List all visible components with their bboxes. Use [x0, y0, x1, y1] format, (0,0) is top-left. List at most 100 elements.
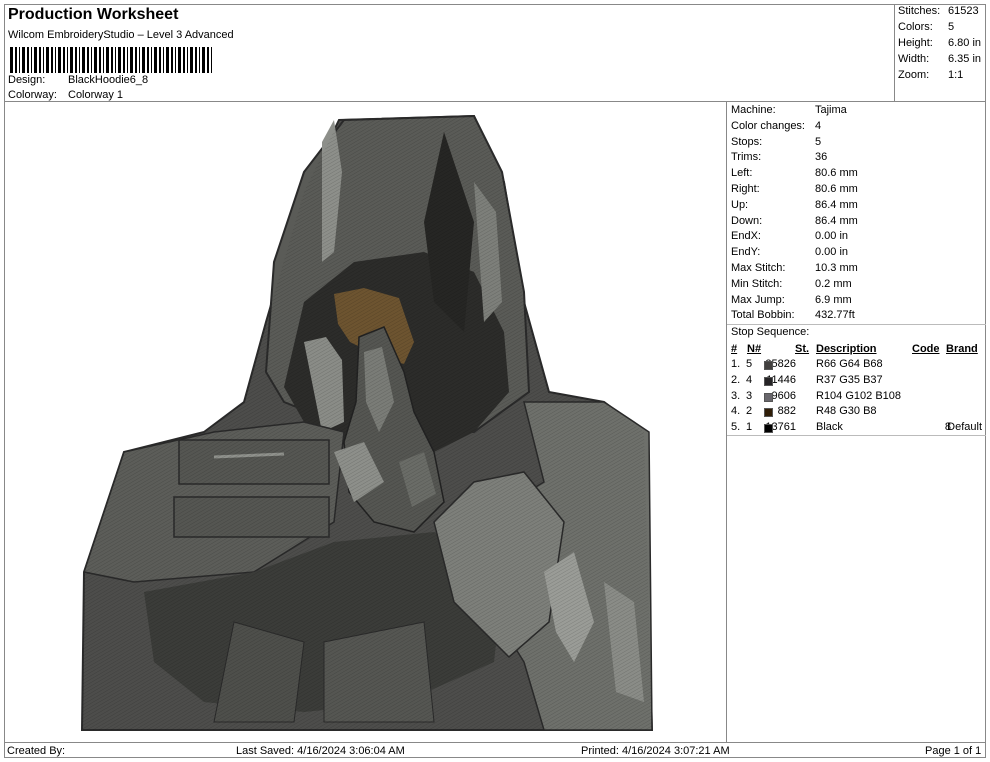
info-row: Up: 86.4 mm [731, 198, 858, 211]
design-summary: Stitches: 61523 Colors: 5 Height: 6.80 in W… [895, 4, 986, 102]
colorway-label: Colorway: [8, 89, 57, 101]
info-value: 6.9 mm [815, 293, 852, 306]
worksheet-title: Production Worksheet [8, 6, 179, 23]
seq-number: 5. [731, 421, 741, 434]
stop-sequence-title: Stop Sequence: [731, 326, 810, 338]
color-description: R104 G102 B108 [816, 389, 902, 402]
info-value: 36 [815, 151, 828, 164]
colors-label: Colors: [898, 21, 933, 33]
info-row: EndY: 0.00 in [731, 246, 848, 259]
width-label: Width: [898, 53, 930, 65]
height-value: 6.80 in [948, 37, 982, 49]
page-number: Page 1 of 1 [925, 745, 982, 757]
info-value: 432.77ft [815, 309, 855, 322]
info-value: 0.2 mm [815, 277, 852, 290]
info-value: 5 [815, 135, 822, 148]
color-swatch [764, 408, 773, 418]
color-swatch [764, 392, 773, 402]
needle-number: 2 [746, 405, 753, 418]
info-label: Color changes: [731, 119, 805, 132]
stitch-count: 882 [777, 405, 796, 418]
col-header-description: Description [816, 343, 877, 355]
design-field: Design: BlackHoodie6_8 [8, 74, 308, 88]
software-name: Wilcom EmbroideryStudio – Level 3 Advanc… [8, 29, 234, 41]
info-label: Up: [731, 198, 749, 211]
info-value: 10.3 mm [815, 262, 858, 274]
colorway-field: Colorway: Colorway 1 [8, 89, 308, 103]
info-label: Max Stitch: [731, 262, 786, 274]
info-label: EndY: [731, 246, 761, 259]
info-value: 0.00 in [815, 246, 849, 259]
color-swatch [764, 361, 773, 370]
stitch-count: 9606 [771, 389, 796, 402]
separator [727, 435, 986, 436]
info-label: Right: [731, 183, 760, 195]
thread-brand: Default [947, 421, 982, 434]
info-label: Min Stitch: [731, 277, 783, 290]
info-value: 80.6 mm [815, 183, 858, 195]
color-swatch [764, 376, 773, 386]
seq-number: 4. [731, 405, 741, 418]
embroidery-preview-image [80, 114, 654, 731]
col-header-n: N# [747, 343, 762, 355]
created-by: Created By: [7, 745, 66, 757]
color-description: R66 G64 B68 [816, 358, 883, 370]
info-value: 86.4 mm [815, 198, 858, 211]
table-row: 3. 3 9606 R104 G102 B108 [727, 390, 986, 406]
info-label: Total Bobbin: [731, 309, 795, 322]
info-row: Total Bobbin: 432.77ft [731, 309, 855, 322]
barcode [10, 47, 212, 73]
needle-number: 1 [746, 421, 753, 434]
color-description: R48 G30 B8 [816, 405, 877, 418]
color-description: R37 G35 B37 [816, 373, 883, 386]
info-row: Down: 86.4 mm [731, 215, 858, 227]
width-value: 6.35 in [948, 53, 982, 65]
machine-info-panel: Machine: Tajima Color changes: 4 Stops: 5 Trim… [727, 102, 986, 742]
design-label: Design: [8, 74, 46, 86]
col-header-st: St. [795, 343, 810, 355]
info-label: Machine: [731, 104, 776, 116]
stitches-value: 61523 [948, 5, 979, 17]
info-row: Color changes: 4 [731, 119, 821, 132]
info-value: Tajima [815, 104, 847, 116]
info-row: Machine: Tajima [731, 104, 847, 116]
col-header-brand: Brand [946, 343, 978, 355]
color-description: Black [816, 421, 843, 434]
table-row: 2. 4 11446 R37 G35 B37 [727, 374, 986, 390]
design-preview [4, 102, 727, 742]
info-row: Min Stitch: 0.2 mm [731, 277, 852, 290]
info-value: 86.4 mm [815, 214, 858, 227]
info-label: Trims: [731, 151, 762, 164]
colors-value: 5 [948, 21, 955, 33]
seq-number: 2. [731, 373, 741, 386]
info-value: 0.00 in [815, 230, 849, 243]
col-header-code: Code [912, 343, 940, 355]
width-row: Width: 6.35 in [898, 53, 981, 65]
info-label: Max Jump: [731, 293, 785, 306]
last-saved: Last Saved: 4/16/2024 3:06:04 AM [236, 745, 405, 757]
info-row: Left: 80.6 mm [731, 167, 858, 180]
colors-row: Colors: 5 [898, 21, 954, 33]
colorway-value: Colorway 1 [68, 89, 124, 101]
info-value: 80.6 mm [815, 167, 858, 180]
info-label: Stops: [731, 135, 763, 148]
info-row: Right: 80.6 mm [731, 183, 858, 195]
info-row: EndX: 0.00 in [731, 230, 848, 242]
info-row: Stops: 5 [731, 135, 821, 148]
height-label: Height: [898, 37, 933, 49]
printed-date: Printed: 4/16/2024 3:07:21 AM [581, 745, 730, 757]
info-label: Left: [731, 167, 753, 180]
zoom-label: Zoom: [898, 69, 930, 81]
table-row: 4. 2 882 R48 G30 B8 [727, 405, 986, 421]
separator [727, 324, 986, 325]
info-row: Max Jump: 6.9 mm [731, 293, 852, 306]
zoom-row: Zoom: 1:1 [898, 69, 963, 81]
stitches-label: Stitches: [898, 5, 941, 17]
stitches-row: Stitches: 61523 [898, 5, 979, 17]
info-value: 4 [815, 119, 822, 132]
needle-number: 4 [746, 373, 753, 386]
design-value: BlackHoodie6_8 [68, 74, 149, 86]
info-row: Trims: 36 [731, 151, 827, 164]
worksheet-footer: Created By: Last Saved: 4/16/2024 3:06:0… [4, 742, 986, 758]
seq-number: 1. [731, 358, 741, 370]
